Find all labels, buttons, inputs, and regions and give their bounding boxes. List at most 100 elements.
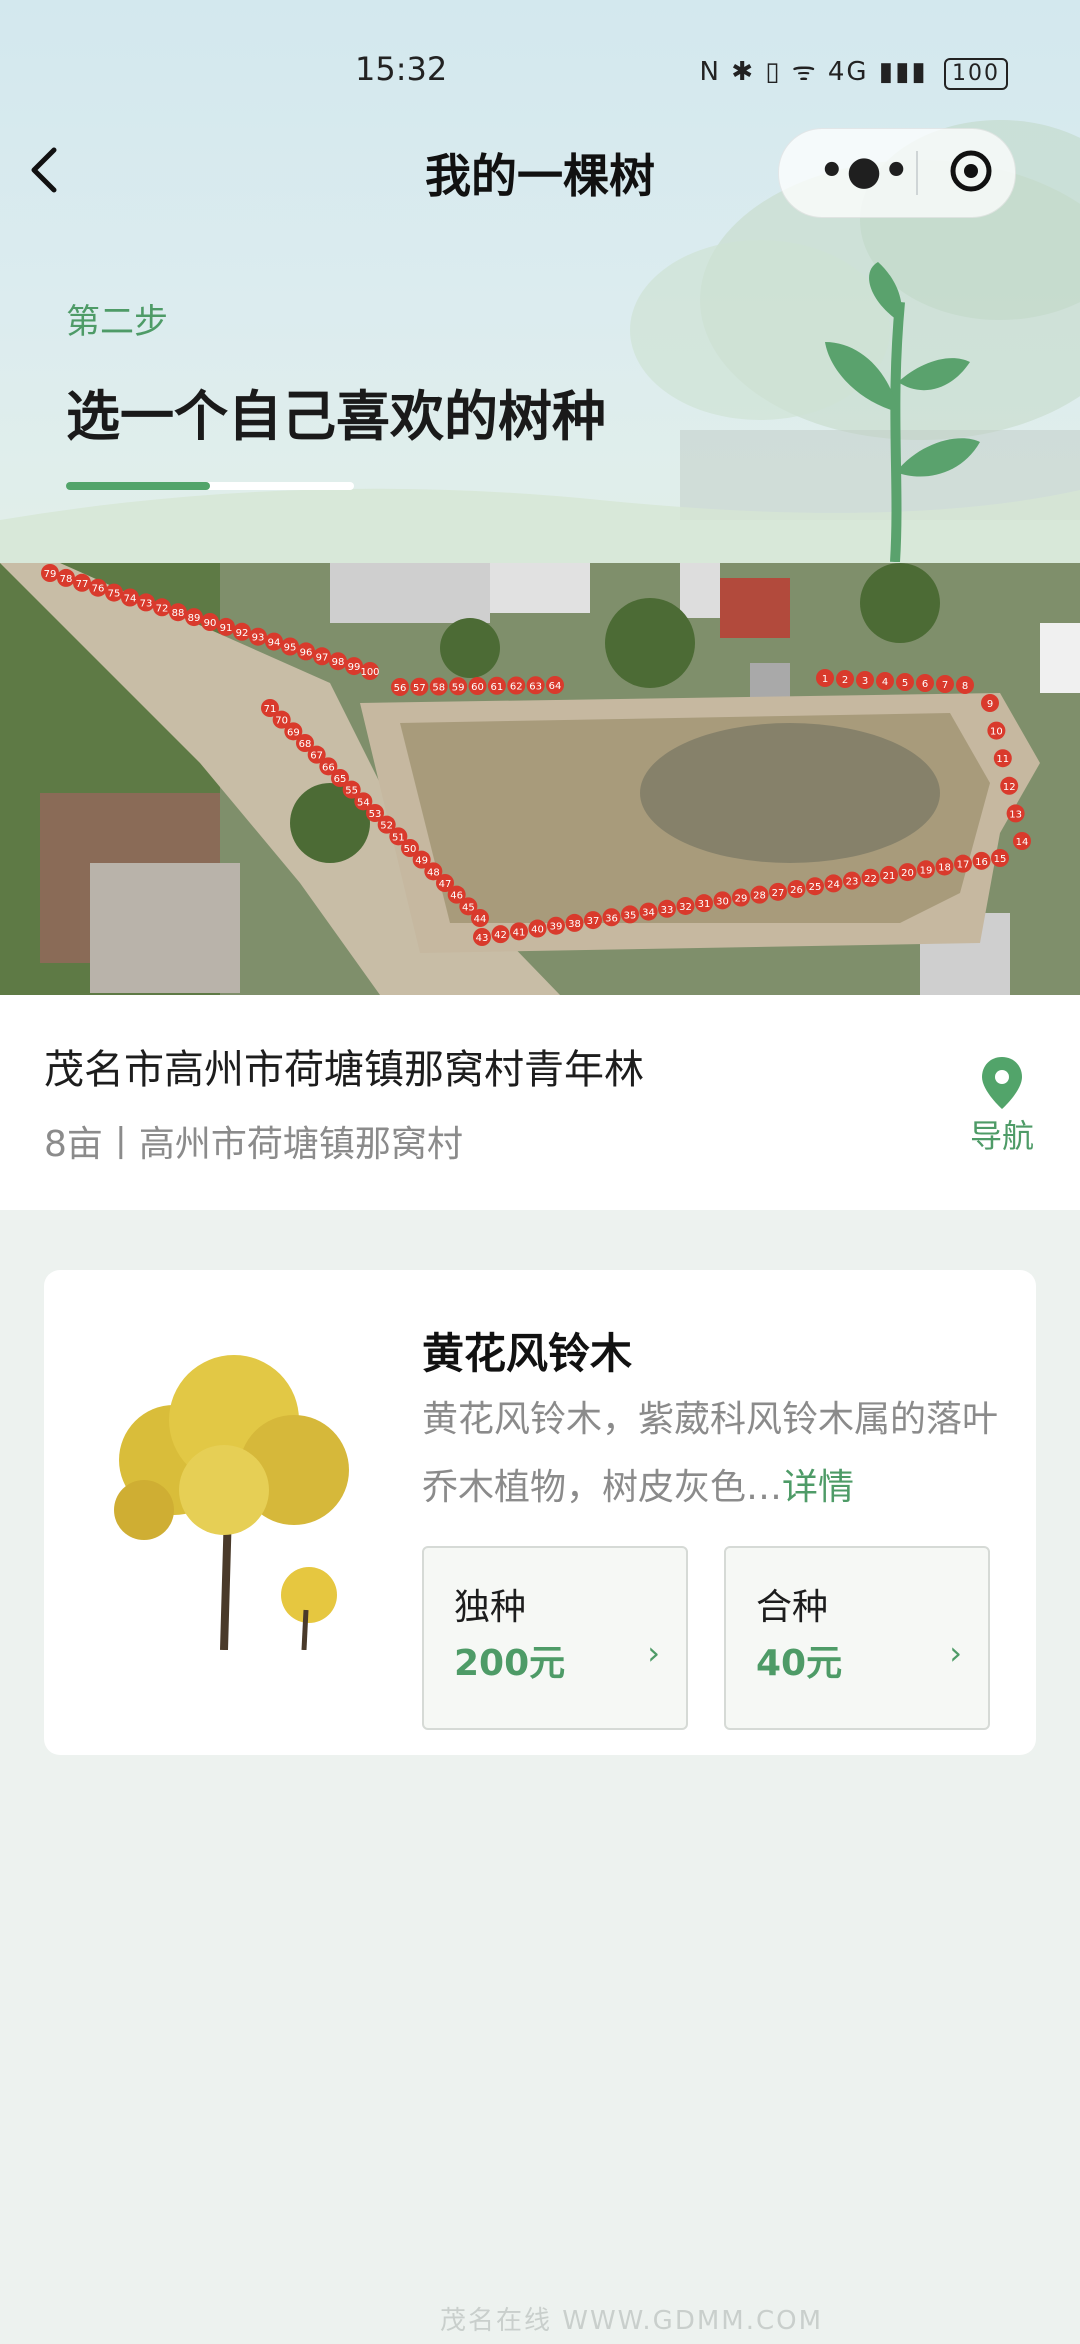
network-icons: N ✱ ▯ ᯤ 4G ▮▮▮ (699, 57, 928, 87)
plot-number: 78 (60, 574, 73, 585)
plot-number: 75 (108, 589, 121, 600)
plot-number: 30 (716, 896, 729, 907)
step-title: 选一个自己喜欢的树种 (66, 385, 606, 448)
plot-number: 92 (236, 628, 249, 639)
plot-number: 9 (987, 699, 993, 710)
tree-description: 黄花风铃木，紫葳科风铃木属的落叶乔木植物，树皮灰色…详情 (422, 1386, 1002, 1522)
plot-number: 37 (587, 916, 600, 927)
plot-number: 14 (1016, 837, 1029, 848)
plot-number: 74 (124, 594, 137, 605)
plot-number: 48 (427, 867, 440, 878)
navigation-button[interactable]: 导航 (966, 1055, 1038, 1165)
battery-icon: 100 (944, 58, 1008, 90)
tree-description-text: 黄花风铃木，紫葳科风铃木属的落叶乔木植物，树皮灰色… (422, 1399, 999, 1508)
plot-number: 65 (334, 774, 347, 785)
plot-number: 95 (284, 643, 297, 654)
sprout-icon (825, 262, 980, 562)
plot-number: 44 (474, 914, 487, 925)
plot-number: 53 (369, 809, 382, 820)
option-solo-plant[interactable]: 独种 200元 › (422, 1546, 688, 1730)
location-info: 茂名市高州市荷塘镇那窝村青年林 8亩丨高州市荷塘镇那窝村 导航 (0, 995, 1080, 1210)
yellow-tree-image (114, 1355, 349, 1650)
plot-number: 96 (300, 647, 313, 658)
plot-number: 63 (529, 681, 542, 692)
plot-number: 29 (735, 894, 748, 905)
status-time: 15:32 (355, 50, 448, 88)
step-progress-fill (66, 482, 210, 490)
plot-number: 94 (268, 638, 281, 649)
plot-number: 33 (661, 905, 674, 916)
plot-number: 49 (415, 856, 428, 867)
plot-number: 77 (76, 579, 89, 590)
plot-number: 40 (531, 925, 544, 936)
plot-number: 69 (287, 727, 300, 738)
plot-number: 46 (450, 891, 463, 902)
plot-number: 59 (452, 682, 465, 693)
plot-number: 11 (996, 754, 1009, 765)
mini-program-capsule: •●• (778, 128, 1016, 218)
plot-number: 91 (220, 623, 233, 634)
location-subtitle: 8亩丨高州市荷塘镇那窝村 (44, 1124, 463, 1165)
plot-number: 22 (864, 874, 877, 885)
plot-number: 5 (902, 678, 908, 689)
plot-number: 71 (264, 704, 277, 715)
map-pin-icon (982, 1057, 1022, 1109)
plot-number: 31 (698, 899, 711, 910)
more-icon[interactable]: •●• (819, 151, 911, 191)
plot-number: 47 (439, 879, 452, 890)
plot-number: 62 (510, 682, 523, 693)
plot-number: 58 (432, 683, 445, 694)
chevron-right-icon: › (949, 1634, 962, 1672)
plot-number: 15 (994, 854, 1007, 865)
option-label: 合种 (756, 1587, 829, 1628)
plot-number: 6 (922, 679, 928, 690)
plot-number: 93 (252, 633, 265, 644)
option-price: 200元 (454, 1643, 566, 1684)
close-target-icon[interactable] (949, 149, 993, 193)
plot-number: 35 (624, 910, 637, 921)
plot-number: 90 (204, 618, 217, 629)
plot-number: 50 (404, 844, 417, 855)
step-label: 第二步 (66, 302, 168, 342)
plot-number: 28 (753, 891, 766, 902)
location-name: 茂名市高州市荷塘镇那窝村青年林 (44, 1047, 644, 1093)
plot-number: 38 (568, 919, 581, 930)
plot-number: 76 (92, 584, 105, 595)
plot-number: 67 (310, 751, 323, 762)
page-header: 15:32 N ✱ ▯ ᯤ 4G ▮▮▮ 100 我的一棵树 •●• 第二步 选… (0, 0, 1080, 565)
plot-number: 79 (44, 569, 57, 580)
plot-number: 88 (172, 608, 185, 619)
plot-number: 52 (380, 821, 393, 832)
plot-number: 43 (476, 933, 489, 944)
detail-link[interactable]: 详情 (782, 1467, 854, 1508)
option-joint-plant[interactable]: 合种 40元 › (724, 1546, 990, 1730)
plot-number: 45 (462, 902, 475, 913)
plot-number: 4 (882, 677, 888, 688)
plot-number: 66 (322, 762, 335, 773)
plot-number: 2 (842, 675, 848, 686)
plot-number: 72 (156, 603, 169, 614)
plot-number: 41 (513, 927, 526, 938)
plot-number: 68 (299, 739, 312, 750)
plot-number: 19 (920, 865, 933, 876)
plot-number: 16 (975, 857, 988, 868)
plot-number: 3 (862, 676, 868, 687)
plot-number: 24 (827, 879, 840, 890)
plot-number: 98 (332, 657, 345, 668)
plot-number: 25 (809, 882, 822, 893)
plot-number: 21 (883, 871, 896, 882)
capsule-divider (916, 151, 918, 195)
plot-number: 89 (188, 613, 201, 624)
plot-number: 39 (550, 922, 563, 933)
plot-number: 36 (605, 913, 618, 924)
plot-number: 61 (491, 682, 504, 693)
tree-name: 黄花风铃木 (422, 1329, 633, 1378)
plot-number: 55 (345, 786, 358, 797)
plot-number: 18 (938, 862, 951, 873)
step-progress-bar (66, 482, 354, 490)
tree-species-card[interactable]: 黄花风铃木 黄花风铃木，紫葳科风铃木属的落叶乔木植物，树皮灰色…详情 独种 20… (44, 1270, 1036, 1755)
plot-number: 8 (962, 681, 968, 692)
plot-number: 20 (901, 868, 914, 879)
chevron-right-icon: › (647, 1634, 660, 1672)
plot-number: 10 (990, 727, 1003, 738)
